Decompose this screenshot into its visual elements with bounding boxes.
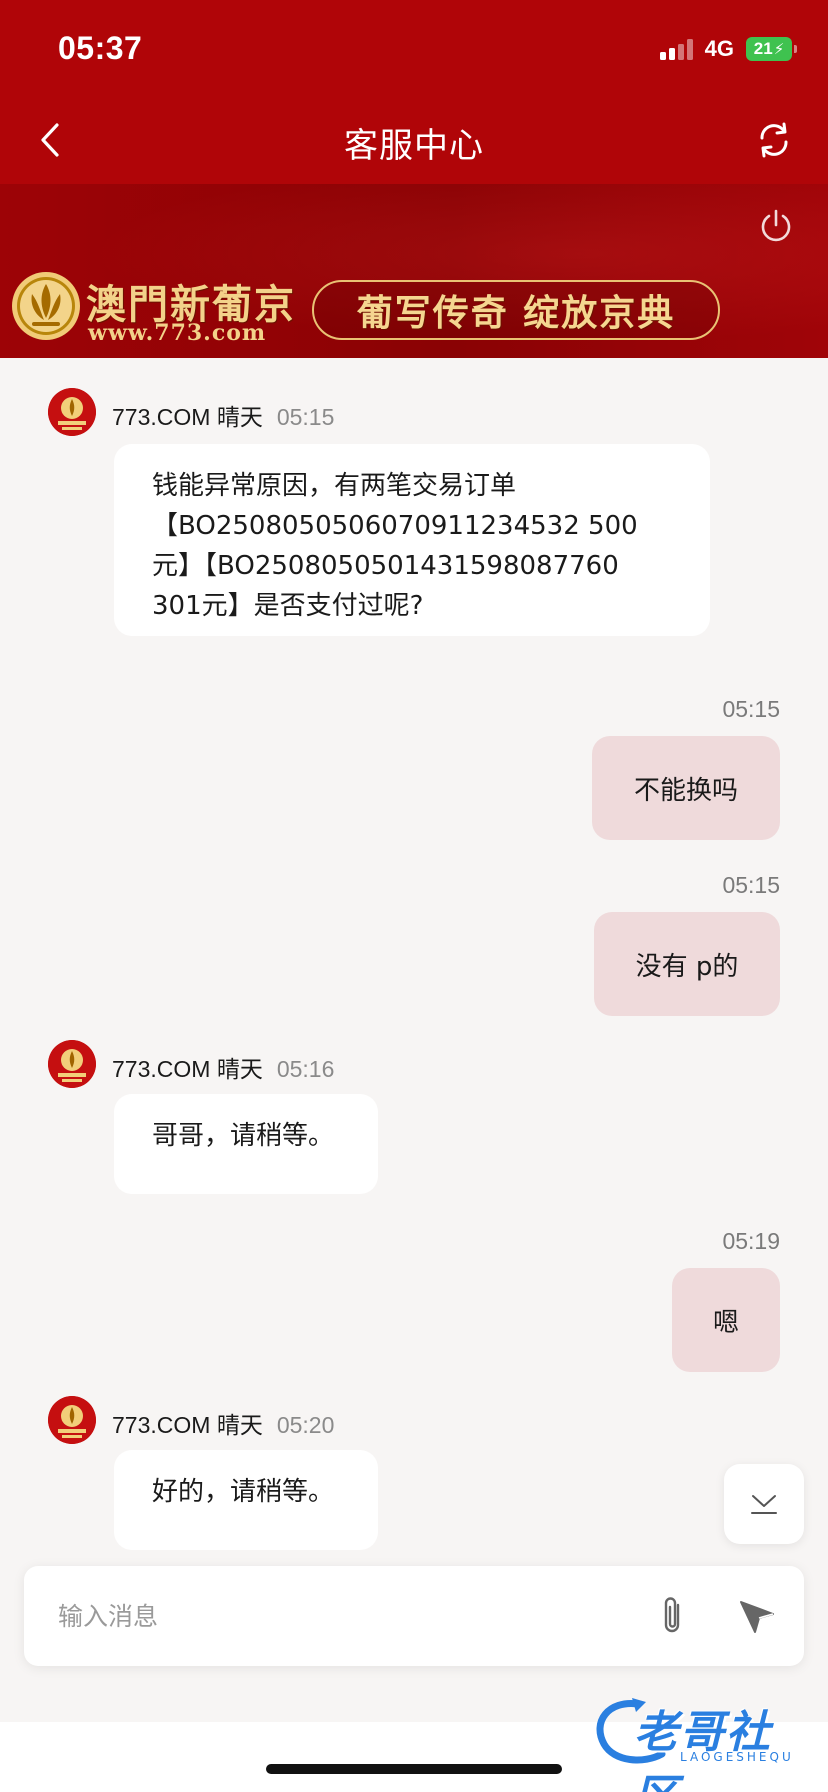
message-text: 好的，请稍等。 bbox=[152, 1477, 335, 1507]
message-time: 05:15 bbox=[722, 872, 780, 898]
home-indicator[interactable] bbox=[266, 1764, 562, 1774]
scroll-to-bottom-button[interactable] bbox=[724, 1464, 804, 1544]
message-composer bbox=[24, 1566, 804, 1666]
charging-icon: ⚡ bbox=[773, 41, 785, 58]
message-bubble-outgoing: 不能换吗 bbox=[592, 736, 780, 840]
watermark-text: 老哥社区 bbox=[634, 1707, 772, 1792]
chevron-down-icon bbox=[751, 1495, 777, 1514]
power-button[interactable] bbox=[754, 204, 798, 248]
message-text: 哥哥，请稍等。 bbox=[152, 1121, 335, 1151]
chevron-left-icon bbox=[41, 123, 59, 157]
message-time: 05:20 bbox=[276, 1412, 335, 1438]
send-icon bbox=[740, 1601, 774, 1633]
promo-banner: 澳門新葡京 www.773.com 葡写传奇 绽放京典 bbox=[0, 184, 828, 358]
watermark-logo: 老哥社区 LAOGESHEQU bbox=[588, 1692, 816, 1792]
brand-url: www.773.com bbox=[88, 320, 267, 346]
message-line: 钱能异常原因，有两笔交易订单 bbox=[152, 471, 517, 501]
status-indicators: 4G 21 ⚡ bbox=[659, 36, 797, 62]
sender-line: 773.COM 晴天 05:16 bbox=[112, 1050, 334, 1084]
agent-avatar bbox=[48, 388, 96, 436]
watermark-subtext: LAOGESHEQU bbox=[680, 1750, 794, 1764]
message-time: 05:15 bbox=[722, 696, 780, 722]
message-text: 不能换吗 bbox=[633, 775, 738, 806]
message-line: 【BO250805050607091123453​2 500 bbox=[152, 511, 638, 541]
back-button[interactable] bbox=[30, 118, 70, 162]
message-text: 没有 p的 bbox=[635, 951, 739, 982]
brand-logo-icon bbox=[10, 270, 82, 342]
message-input[interactable] bbox=[58, 1590, 638, 1642]
signal-icon bbox=[659, 38, 693, 60]
message-bubble-incoming: 哥哥，请稍等。 bbox=[114, 1094, 378, 1194]
message-bubble-incoming: 好的，请稍等。 bbox=[114, 1450, 378, 1550]
message-bubble-outgoing: 嗯 bbox=[672, 1268, 780, 1372]
agent-avatar bbox=[48, 1040, 96, 1088]
send-button[interactable] bbox=[732, 1592, 782, 1640]
brand-slogan: 葡写传奇 绽放京典 bbox=[312, 280, 720, 340]
page-title: 客服中心 bbox=[344, 126, 484, 166]
slogan-text: 葡写传奇 绽放京典 bbox=[356, 292, 676, 334]
battery-icon: 21 ⚡ bbox=[746, 37, 797, 61]
chat-list[interactable]: 773.COM 晴天 05:15 钱能异常原因，有两笔交易订单 【BO250805… bbox=[0, 358, 828, 1722]
message-line: 元】【BO250805050143159808776​0 bbox=[152, 551, 619, 581]
battery-level: 21 bbox=[753, 39, 773, 58]
agent-avatar bbox=[48, 1396, 96, 1444]
message-time: 05:19 bbox=[722, 1228, 780, 1254]
refresh-icon bbox=[760, 122, 788, 158]
sender-name: 773.COM 晴天 bbox=[112, 1412, 263, 1438]
message-bubble-outgoing: 没有 p的 bbox=[594, 912, 780, 1016]
message-text: 嗯 bbox=[712, 1307, 739, 1338]
message-bubble-incoming: 钱能异常原因，有两笔交易订单 【BO250805050607091123453​… bbox=[114, 444, 710, 636]
network-type: 4G bbox=[704, 36, 734, 61]
paperclip-icon bbox=[664, 1597, 680, 1633]
refresh-button[interactable] bbox=[750, 118, 798, 162]
sender-name: 773.COM 晴天 bbox=[112, 1056, 263, 1082]
attach-button[interactable] bbox=[650, 1592, 696, 1640]
message-time: 05:15 bbox=[276, 404, 335, 430]
sender-line: 773.COM 晴天 05:15 bbox=[112, 398, 334, 432]
message-line: 301元】是否支付过呢? bbox=[152, 591, 424, 621]
message-time: 05:16 bbox=[276, 1056, 335, 1082]
sender-line: 773.COM 晴天 05:20 bbox=[112, 1406, 334, 1440]
power-icon bbox=[761, 209, 791, 242]
sender-name: 773.COM 晴天 bbox=[112, 404, 263, 430]
app-header: 05:37 4G 21 ⚡ 客服中心 bbox=[0, 0, 828, 184]
status-time: 05:37 bbox=[58, 30, 143, 66]
